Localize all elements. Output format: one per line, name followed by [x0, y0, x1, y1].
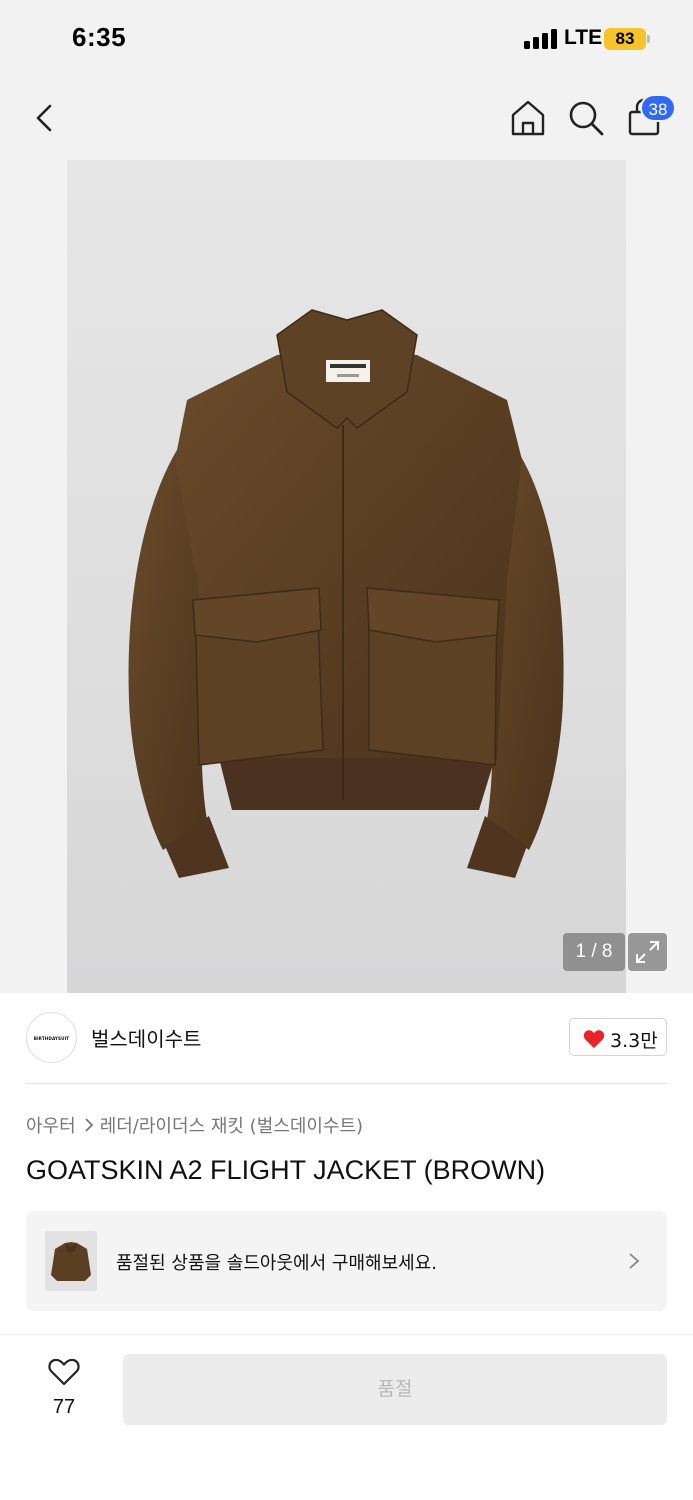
home-icon: [511, 100, 545, 136]
jacket-image: [128, 309, 564, 878]
image-counter: 1 / 8: [563, 933, 625, 971]
breadcrumb: 아우터 레더/라이더스 재킷 (벌스데이수트): [26, 1112, 363, 1138]
wishlist-count: 77: [52, 1396, 76, 1418]
soldout-banner[interactable]: 품절된 상품을 솔드아웃에서 구매해보세요.: [26, 1211, 667, 1311]
expand-icon: [636, 941, 659, 963]
status-bar: 6:35 LTE 83: [0, 0, 693, 78]
heart-filled-icon: [583, 1030, 605, 1049]
brand-logo[interactable]: BIRTHDAYSUIT: [26, 1012, 77, 1063]
heart-outline-icon: [48, 1358, 80, 1386]
home-button[interactable]: [508, 98, 548, 138]
signal-icon: [524, 29, 558, 49]
divider: [26, 1083, 667, 1084]
search-icon: [569, 101, 604, 136]
brand-like-count: 3.3만: [610, 1030, 658, 1052]
category-primary[interactable]: 아우터: [26, 1112, 76, 1138]
jacket-thumbnail: [51, 1242, 91, 1281]
banner-thumbnail: [45, 1231, 97, 1291]
search-button[interactable]: [566, 98, 606, 138]
back-icon: [36, 104, 52, 132]
category-secondary[interactable]: 레더/라이더스 재킷 (벌스데이수트): [100, 1112, 363, 1138]
brand-like-button[interactable]: 3.3만: [569, 1018, 667, 1056]
battery-icon: 83: [604, 28, 646, 50]
cart-count-badge: 38: [640, 94, 676, 122]
status-time: 6:35: [72, 22, 127, 52]
network-label: LTE: [564, 26, 603, 49]
brand-row[interactable]: BIRTHDAYSUIT 벌스데이수트 3.3만: [26, 1010, 667, 1066]
bottom-divider: [0, 1334, 693, 1335]
chevron-right-icon: [85, 1118, 93, 1132]
wishlist-button[interactable]: 77: [36, 1354, 92, 1420]
chevron-right-icon: [629, 1253, 640, 1269]
back-button[interactable]: [30, 100, 62, 136]
brand-name[interactable]: 벌스데이수트: [91, 1023, 201, 1052]
product-title: GOATSKIN A2 FLIGHT JACKET (BROWN): [26, 1155, 546, 1185]
product-gallery[interactable]: 1 / 8: [0, 160, 693, 993]
product-image[interactable]: [67, 160, 626, 993]
battery-tip: [647, 35, 650, 43]
banner-text: 품절된 상품을 솔드아웃에서 구매해보세요.: [116, 1253, 437, 1274]
expand-button[interactable]: [628, 933, 667, 971]
brand-logo-text: BIRTHDAYSUIT: [33, 1036, 70, 1041]
soldout-button[interactable]: 품절: [123, 1354, 667, 1425]
top-nav: [0, 78, 693, 160]
